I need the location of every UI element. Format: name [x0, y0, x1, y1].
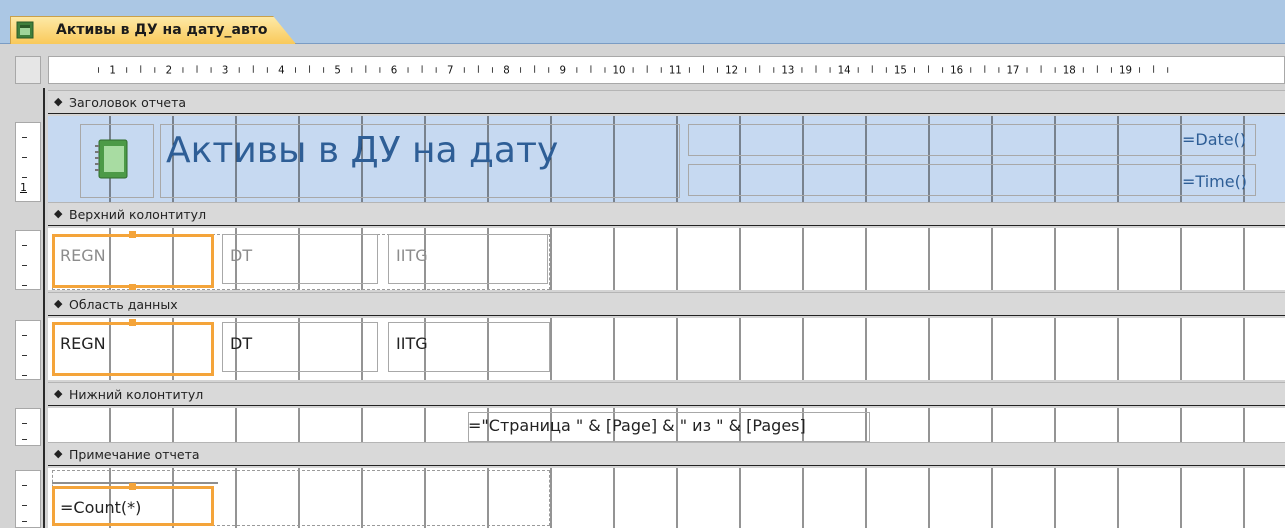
page-header-area[interactable]: REGN DT IITG	[48, 228, 1285, 290]
section-collapse-icon: ◆	[54, 297, 63, 310]
ruler-label: 6	[391, 66, 398, 77]
document-tab-title: Активы в ДУ на дату_авто	[56, 22, 268, 38]
resize-handle[interactable]	[129, 231, 136, 238]
ruler-label: 5	[334, 66, 341, 77]
section-title: Верхний колонтитул	[69, 207, 207, 222]
ruler-label: 16	[950, 66, 963, 77]
date-textbox[interactable]	[688, 124, 1256, 156]
ruler-label: 19	[1119, 66, 1132, 77]
section-bar-report-header[interactable]: ◆ Заголовок отчета	[48, 90, 1285, 114]
report-footer-area[interactable]: =Count(*)	[48, 468, 1285, 528]
section-collapse-icon: ◆	[54, 387, 63, 400]
section-title: Нижний колонтитул	[69, 387, 204, 402]
date-expression: =Date()	[1182, 130, 1247, 149]
ruler-label: 11	[669, 66, 682, 77]
ruler-label: 8	[503, 66, 510, 77]
ruler-label: 17	[1006, 66, 1019, 77]
ruler-label: 15	[894, 66, 907, 77]
ruler-label: 14	[838, 66, 851, 77]
section-title: Заголовок отчета	[69, 95, 187, 110]
regn-field: REGN	[60, 334, 106, 353]
ruler-label: 10	[613, 66, 626, 77]
count-expression: =Count(*)	[60, 498, 142, 517]
ruler-label: 12	[725, 66, 738, 77]
resize-handle[interactable]	[129, 319, 136, 326]
section-title: Примечание отчета	[69, 447, 200, 462]
section-bar-page-footer[interactable]: ◆ Нижний колонтитул	[48, 382, 1285, 406]
report-icon	[16, 21, 34, 39]
iitg-label: IITG	[396, 246, 428, 265]
dt-field: DT	[230, 334, 253, 353]
resize-handle[interactable]	[129, 483, 136, 490]
section-bar-page-header[interactable]: ◆ Верхний колонтитул	[48, 202, 1285, 226]
time-expression: =Time()	[1182, 172, 1248, 191]
ruler-label: 2	[166, 66, 173, 77]
left-margin-line	[43, 88, 45, 528]
page-footer-area[interactable]: ="Страница " & [Page] & " из " & [Pages]	[48, 408, 1285, 446]
section-bar-report-footer[interactable]: ◆ Примечание отчета	[48, 442, 1285, 466]
document-tab-strip: Активы в ДУ на дату_авто	[0, 0, 1285, 44]
page-number-expression: ="Страница " & [Page] & " из " & [Pages]	[468, 416, 806, 435]
section-title: Область данных	[69, 297, 178, 312]
section-collapse-icon: ◆	[54, 207, 63, 220]
ruler-label: 18	[1063, 66, 1076, 77]
regn-label: REGN	[60, 246, 106, 265]
ruler-label: 1	[109, 66, 116, 77]
vertical-ruler-number: 1	[20, 181, 27, 194]
vertical-ruler-detail[interactable]	[15, 320, 41, 380]
report-logo-icon	[95, 139, 128, 179]
report-header-area[interactable]: Активы в ДУ на дату =Date() =Time()	[48, 116, 1285, 202]
section-bar-detail[interactable]: ◆ Область данных	[48, 292, 1285, 316]
resize-handle[interactable]	[129, 284, 136, 290]
ruler-label: 9	[560, 66, 567, 77]
report-design-view: Активы в ДУ на дату_авто 1 2 3 4 5 6 7 8 9 10 11 12…	[0, 0, 1285, 528]
dt-label: DT	[230, 246, 253, 265]
time-textbox[interactable]	[688, 164, 1256, 196]
report-title-label[interactable]: Активы в ДУ на дату	[166, 130, 558, 171]
vertical-ruler-report-footer[interactable]	[15, 470, 41, 528]
vertical-ruler-page-footer[interactable]	[15, 408, 41, 446]
iitg-field: IITG	[396, 334, 428, 353]
section-collapse-icon: ◆	[54, 95, 63, 108]
ruler-label: 13	[781, 66, 794, 77]
horizontal-ruler[interactable]: 1 2 3 4 5 6 7 8 9 10 11 12 13 14 15 16 17 18 19	[48, 56, 1285, 84]
detail-area[interactable]: REGN DT IITG	[48, 318, 1285, 380]
vertical-ruler-report-header[interactable]: 1	[15, 122, 41, 202]
ruler-label: 7	[447, 66, 454, 77]
section-collapse-icon: ◆	[54, 447, 63, 460]
report-selector[interactable]	[15, 56, 41, 84]
vertical-ruler-page-header[interactable]	[15, 230, 41, 290]
ruler-label: 4	[278, 66, 285, 77]
ruler-label: 3	[222, 66, 229, 77]
